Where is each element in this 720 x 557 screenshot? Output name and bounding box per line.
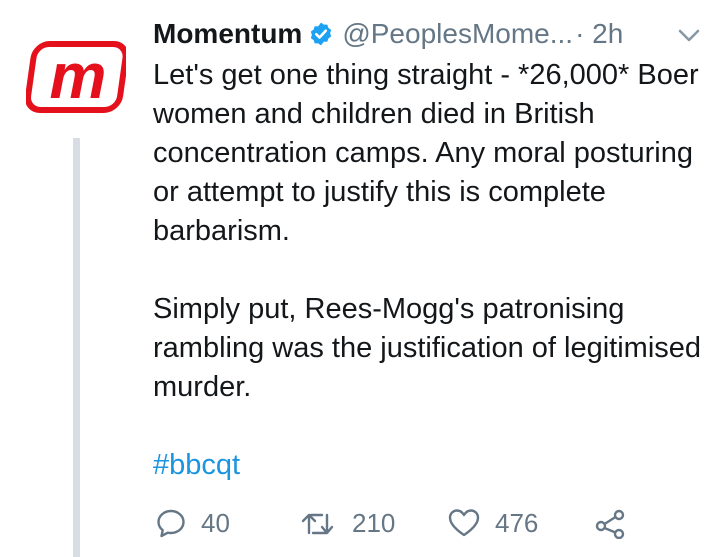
avatar[interactable]: m: [24, 40, 129, 114]
tweet-header: Momentum @PeoplesMome... · 2h: [153, 14, 713, 54]
retweet-count: 210: [352, 507, 396, 538]
reply-icon: [157, 509, 185, 538]
tweet-timestamp[interactable]: · 2h: [575, 18, 623, 50]
share-button[interactable]: [594, 503, 626, 543]
heart-icon: [448, 509, 480, 537]
like-count: 476: [495, 507, 539, 538]
reply-count: 40: [201, 507, 230, 538]
tweet-paragraph: Let's get one thing straight - *26,000* …: [153, 59, 699, 247]
tweet-content: Momentum @PeoplesMome... · 2h Let's get …: [153, 14, 713, 485]
chevron-down-icon[interactable]: [677, 26, 701, 46]
verified-badge-icon: [308, 21, 334, 47]
logo-letter: m: [50, 40, 107, 112]
tweet-actions: 40 210 476: [153, 503, 633, 543]
display-name[interactable]: Momentum: [153, 18, 302, 50]
momentum-logo-icon: m: [24, 40, 129, 113]
reply-button[interactable]: 40: [155, 503, 230, 543]
tweet-paragraph: Simply put, Rees-Mogg's patronising ramb…: [153, 293, 702, 403]
tweet-card[interactable]: m Momentum @PeoplesMome... · 2h Let's ge…: [0, 0, 720, 557]
retweet-button[interactable]: 210: [300, 503, 395, 543]
share-icon: [595, 509, 625, 539]
thread-line: [73, 138, 80, 557]
like-button[interactable]: 476: [447, 503, 538, 543]
hashtag-link[interactable]: #bbcqt: [153, 446, 240, 485]
user-handle[interactable]: @PeoplesMome...: [342, 18, 573, 50]
retweet-icon: [301, 513, 334, 535]
tweet-text: Let's get one thing straight - *26,000* …: [153, 56, 713, 485]
